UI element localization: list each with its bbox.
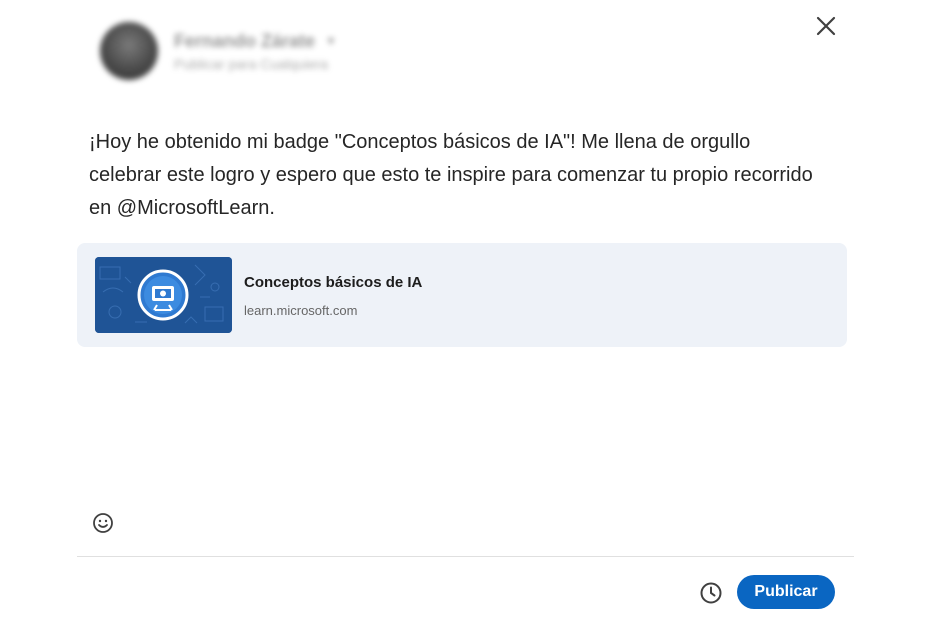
link-preview-card[interactable]: Conceptos básicos de IA learn.microsoft.… bbox=[77, 243, 847, 347]
link-preview-thumbnail bbox=[95, 257, 232, 333]
visibility-label: Publicar para Cualquiera bbox=[174, 55, 329, 72]
clock-icon bbox=[700, 582, 722, 604]
chevron-down-icon: ▼ bbox=[325, 34, 337, 48]
publish-button[interactable]: Publicar bbox=[737, 575, 835, 609]
close-icon bbox=[816, 16, 836, 36]
link-preview-title: Conceptos básicos de IA bbox=[244, 274, 423, 291]
badge-thumbnail-graphic bbox=[95, 257, 232, 333]
author-header[interactable]: Fernando Zárate ▼ Publicar para Cualquie… bbox=[100, 22, 337, 80]
author-name: Fernando Zárate bbox=[174, 30, 316, 51]
footer-divider bbox=[77, 556, 854, 557]
author-name-row[interactable]: Fernando Zárate ▼ bbox=[174, 31, 337, 52]
emoji-button[interactable] bbox=[90, 510, 116, 536]
link-preview-domain: learn.microsoft.com bbox=[244, 303, 358, 318]
close-button[interactable] bbox=[810, 10, 842, 42]
schedule-post-button[interactable] bbox=[697, 579, 725, 607]
emoji-icon bbox=[93, 513, 113, 533]
avatar bbox=[100, 22, 158, 80]
author-info[interactable]: Fernando Zárate ▼ Publicar para Cualquie… bbox=[174, 31, 337, 72]
post-text-editor[interactable]: ¡Hoy he obtenido mi badge "Conceptos bás… bbox=[89, 126, 819, 225]
